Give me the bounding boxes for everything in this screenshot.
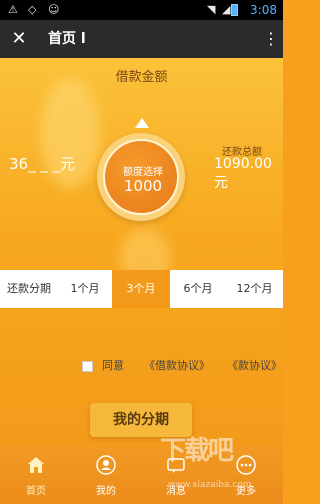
usb-icon: ◇ bbox=[28, 3, 37, 16]
loan-amount-value: 36_ _ _元 bbox=[9, 155, 76, 173]
period-option-1[interactable]: 1个月 bbox=[58, 270, 112, 308]
period-label: 还款分期 bbox=[7, 282, 51, 295]
page-title: 首页 l bbox=[48, 31, 86, 47]
home-icon bbox=[28, 457, 44, 473]
nav-item-mine[interactable]: 我的 bbox=[71, 446, 141, 504]
amount-dial-inner[interactable]: 额度选择 1000 bbox=[103, 139, 179, 215]
period-option-6[interactable]: 6个月 bbox=[170, 270, 226, 308]
status-bar: ⚠ ◇ ☺ ◥ ◢ 3:08 bbox=[0, 0, 283, 20]
nav-label-home: 首页 bbox=[26, 486, 46, 497]
alert-icon: ⚠ bbox=[8, 3, 18, 16]
nav-label-mine: 我的 bbox=[96, 486, 116, 497]
second-agreement-link[interactable]: 《款协议》 bbox=[227, 358, 282, 374]
wifi-icon: ◥ bbox=[207, 3, 216, 16]
status-time: 3:08 bbox=[250, 3, 277, 17]
amount-dial[interactable]: 额度选择 1000 bbox=[97, 133, 185, 221]
loan-amount-label: 借款金额 bbox=[115, 70, 168, 85]
nav-item-home[interactable]: 首页 bbox=[1, 446, 71, 504]
notification-icon: ☺ bbox=[48, 3, 60, 16]
period-option-12[interactable]: 12个月 bbox=[226, 270, 283, 308]
increase-arrow-icon[interactable] bbox=[135, 118, 149, 128]
watermark-logo: 下载吧 bbox=[160, 436, 234, 466]
total-repayment-value: 1090.00元 bbox=[214, 156, 272, 191]
dial-value: 1000 bbox=[123, 177, 163, 195]
more-icon bbox=[236, 455, 256, 475]
overflow-menu-icon[interactable]: ⋮ bbox=[263, 28, 279, 50]
period-selector: 还款分期 1个月 3个月 6个月 12个月 bbox=[0, 270, 283, 308]
title-bar: ✕ 首页 l ⋮ bbox=[0, 20, 283, 58]
loan-agreement-link[interactable]: 《借款协议》 bbox=[144, 358, 210, 374]
main-content: 借款金额 36_ _ _元 还款总额 1090.00元 额度选择 1000 还款… bbox=[0, 58, 283, 446]
period-option-3[interactable]: 3个月 bbox=[112, 270, 170, 308]
agree-checkbox[interactable] bbox=[82, 361, 93, 372]
user-icon bbox=[96, 455, 116, 475]
battery-icon bbox=[231, 4, 238, 16]
bottom-nav: 首页 我的 消息 更多 bbox=[0, 446, 283, 504]
agree-text: 同意 bbox=[102, 359, 124, 372]
watermark-url: www.xiazaiba.com bbox=[168, 480, 252, 490]
signal-icon: ◢ bbox=[222, 3, 231, 16]
dial-label: 额度选择 bbox=[123, 167, 163, 178]
close-icon[interactable]: ✕ bbox=[9, 29, 29, 49]
